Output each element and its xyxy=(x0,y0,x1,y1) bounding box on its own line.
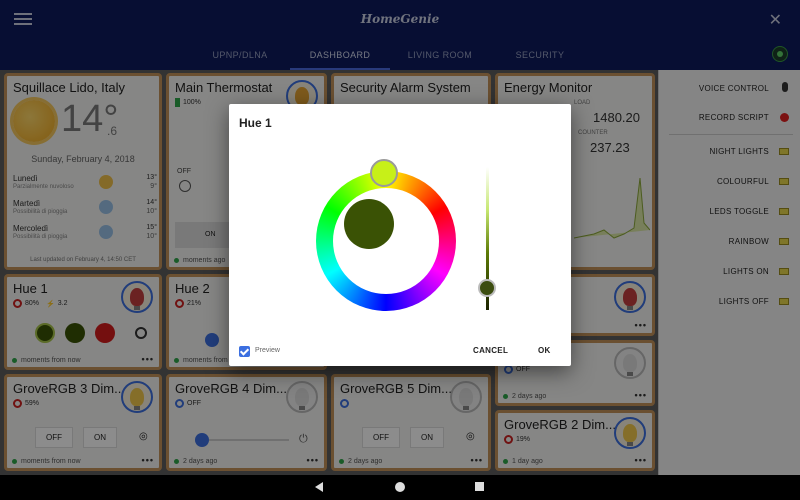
ok-button[interactable]: OK xyxy=(538,346,551,355)
color-picker-dialog: Hue 1 Preview CANCEL OK xyxy=(229,104,571,366)
cancel-button[interactable]: CANCEL xyxy=(473,346,508,355)
color-wheel[interactable] xyxy=(316,159,456,311)
back-icon[interactable] xyxy=(315,482,323,492)
preview-label: Preview xyxy=(255,347,280,354)
color-wheel-handle[interactable] xyxy=(370,159,398,187)
dialog-title: Hue 1 xyxy=(239,116,272,130)
selected-color-swatch xyxy=(344,199,394,249)
recent-apps-icon[interactable] xyxy=(475,482,484,491)
home-icon[interactable] xyxy=(395,482,405,492)
preview-checkbox[interactable] xyxy=(239,346,250,357)
brightness-slider-handle[interactable] xyxy=(478,279,496,297)
system-nav-bar xyxy=(0,475,800,500)
